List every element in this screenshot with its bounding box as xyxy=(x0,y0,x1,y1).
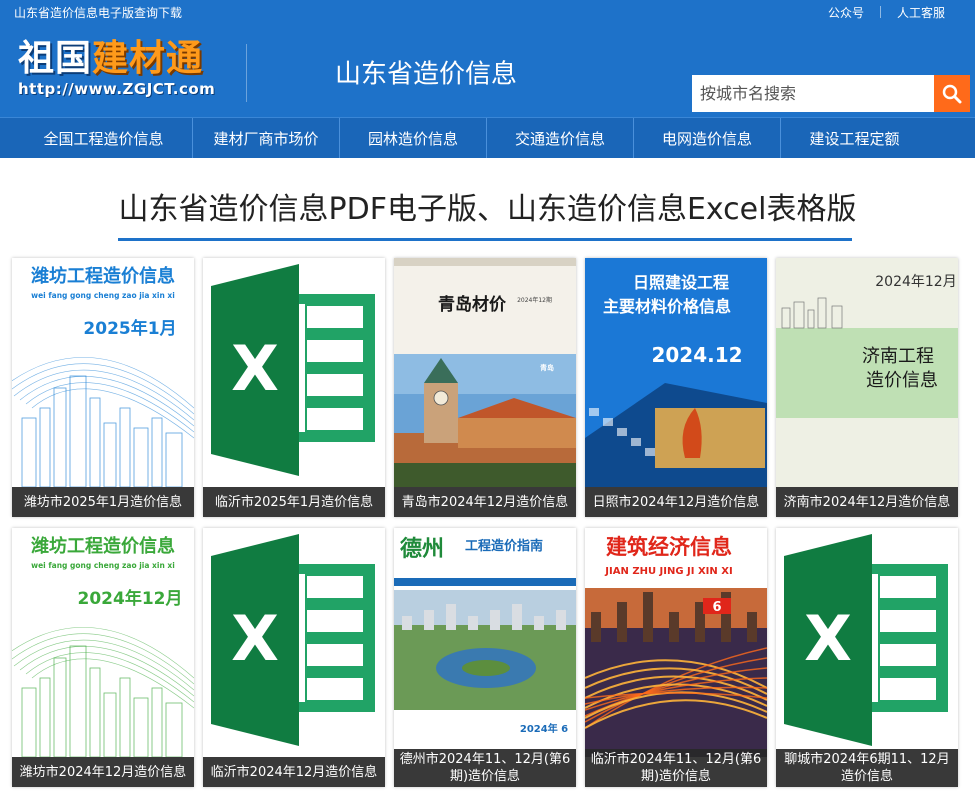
svg-text:日照建设工程: 日照建设工程 xyxy=(633,273,729,292)
svg-text:青岛: 青岛 xyxy=(540,363,554,372)
svg-text:2024年12月: 2024年12月 xyxy=(875,274,956,290)
document-card[interactable]: 日照建设工程主要材料价格信息 2024.12 日照市2024年12月造价信息 xyxy=(585,258,767,517)
document-caption[interactable]: 潍坊市2025年1月造价信息 xyxy=(12,487,194,517)
document-cover-image[interactable]: 日照建设工程主要材料价格信息 2024.12 xyxy=(585,258,767,487)
document-caption[interactable]: 临沂市2025年1月造价信息 xyxy=(203,487,385,517)
svg-text:2025年1月: 2025年1月 xyxy=(83,318,176,339)
excel-letter: X xyxy=(804,602,852,675)
customer-service-link[interactable]: 人工客服 xyxy=(881,4,961,21)
document-cover-image[interactable]: 德州 工程造价指南 2024年 6 xyxy=(394,528,576,757)
document-caption[interactable]: 济南市2024年12月造价信息 xyxy=(776,487,958,517)
search-bar xyxy=(692,75,970,112)
document-card[interactable]: 德州 工程造价指南 2024年 6 德州市2024年11、12月(第6期)造价信息 xyxy=(394,528,576,787)
document-cover-image[interactable]: 潍坊工程造价信息 wei fang gong cheng zao jia xin … xyxy=(12,258,194,487)
document-caption[interactable]: 临沂市2024年11、12月(第6期)造价信息 xyxy=(585,749,767,787)
document-cover-image[interactable]: X xyxy=(776,528,958,757)
svg-text:2024年 6: 2024年 6 xyxy=(520,722,568,735)
logo-text-part1: 祖国 xyxy=(18,38,93,79)
wechat-official-link[interactable]: 公众号 xyxy=(812,4,880,21)
nav-traffic-cost[interactable]: 交通造价信息 xyxy=(487,118,634,158)
search-icon xyxy=(942,84,962,103)
site-logo[interactable]: 祖国建材通 http://www.ZGJCT.com xyxy=(18,38,228,108)
svg-text:工程造价指南: 工程造价指南 xyxy=(465,538,543,554)
document-caption[interactable]: 临沂市2024年12月造价信息 xyxy=(203,757,385,787)
document-caption[interactable]: 聊城市2024年6期11、12月造价信息 xyxy=(776,749,958,787)
document-card[interactable]: 潍坊工程造价信息 wei fang gong cheng zao jia xin … xyxy=(12,528,194,787)
document-card[interactable]: 2024年12月济南工程造价信息济南市2024年12月造价信息 xyxy=(776,258,958,517)
document-caption[interactable]: 日照市2024年12月造价信息 xyxy=(585,487,767,517)
svg-text:济南工程: 济南工程 xyxy=(862,346,934,367)
svg-text:潍坊工程造价信息: 潍坊工程造价信息 xyxy=(31,265,175,287)
document-cover-image[interactable]: 青岛材价 2024年12期青岛 xyxy=(394,258,576,487)
svg-text:德州: 德州 xyxy=(400,536,444,562)
search-button[interactable] xyxy=(934,75,970,112)
excel-letter: X xyxy=(231,602,279,675)
document-caption[interactable]: 潍坊市2024年12月造价信息 xyxy=(12,757,194,787)
svg-text:造价信息: 造价信息 xyxy=(866,370,938,391)
document-card[interactable]: X 聊城市2024年6期11、12月造价信息 xyxy=(776,528,958,787)
document-cover-image[interactable]: 建筑经济信息 JIAN ZHU JING JI XIN XI 6 xyxy=(585,528,767,757)
svg-text:wei fang gong cheng zao jia xi: wei fang gong cheng zao jia xin xi xyxy=(31,561,175,570)
excel-letter: X xyxy=(231,332,279,405)
svg-text:wei fang gong cheng zao jia xi: wei fang gong cheng zao jia xin xi xyxy=(31,291,175,300)
site-title: 山东省造价信息 xyxy=(335,59,518,90)
svg-text:青岛材价: 青岛材价 xyxy=(438,294,507,315)
top-bar-links: 公众号 人工客服 xyxy=(812,4,961,21)
logo-text-part2: 建材通 xyxy=(92,38,204,79)
document-caption[interactable]: 青岛市2024年12月造价信息 xyxy=(394,487,576,517)
top-bar: 山东省造价信息电子版查询下载 公众号 人工客服 xyxy=(0,0,975,24)
nav-national-cost-info[interactable]: 全国工程造价信息 xyxy=(15,118,193,158)
main-nav: 全国工程造价信息 建材厂商市场价 园林造价信息 交通造价信息 电网造价信息 建设… xyxy=(0,117,975,158)
document-cover-image[interactable]: 潍坊工程造价信息 wei fang gong cheng zao jia xin … xyxy=(12,528,194,757)
document-cover-image[interactable]: 2024年12月济南工程造价信息 xyxy=(776,258,958,487)
svg-text:6: 6 xyxy=(712,600,721,615)
document-caption[interactable]: 德州市2024年11、12月(第6期)造价信息 xyxy=(394,749,576,787)
svg-text:主要材料价格信息: 主要材料价格信息 xyxy=(603,297,731,316)
nav-construction-quota[interactable]: 建设工程定额 xyxy=(781,118,928,158)
document-card[interactable]: 建筑经济信息 JIAN ZHU JING JI XIN XI 6 临沂市2024年11… xyxy=(585,528,767,787)
header-divider xyxy=(246,44,247,102)
page-title: 山东省造价信息PDF电子版、山东造价信息Excel表格版 xyxy=(118,192,857,227)
svg-text:潍坊工程造价信息: 潍坊工程造价信息 xyxy=(31,535,175,557)
svg-text:2024.12: 2024.12 xyxy=(651,343,742,367)
top-bar-text: 山东省造价信息电子版查询下载 xyxy=(14,5,183,20)
svg-text:JIAN ZHU JING JI XIN XI: JIAN ZHU JING JI XIN XI xyxy=(604,566,732,577)
title-underline xyxy=(118,238,852,241)
site-header: 祖国建材通 http://www.ZGJCT.com 山东省造价信息 xyxy=(0,24,975,117)
document-card[interactable]: 青岛材价 2024年12期青岛青岛市2024年12月造价信息 xyxy=(394,258,576,517)
document-card[interactable]: X 临沂市2025年1月造价信息 xyxy=(203,258,385,517)
nav-grid-cost[interactable]: 电网造价信息 xyxy=(634,118,781,158)
document-cover-image[interactable]: X xyxy=(203,258,385,487)
search-input[interactable] xyxy=(692,75,934,112)
document-card[interactable]: 潍坊工程造价信息 wei fang gong cheng zao jia xin … xyxy=(12,258,194,517)
document-card[interactable]: X 临沂市2024年12月造价信息 xyxy=(203,528,385,787)
svg-text:2024年12期: 2024年12期 xyxy=(517,296,552,304)
document-cover-image[interactable]: X xyxy=(203,528,385,757)
nav-landscape-cost[interactable]: 园林造价信息 xyxy=(340,118,487,158)
svg-text:建筑经济信息: 建筑经济信息 xyxy=(606,534,732,559)
svg-text:2024年12月: 2024年12月 xyxy=(78,588,183,609)
nav-manufacturer-price[interactable]: 建材厂商市场价 xyxy=(193,118,340,158)
logo-url: http://www.ZGJCT.com xyxy=(18,80,216,98)
